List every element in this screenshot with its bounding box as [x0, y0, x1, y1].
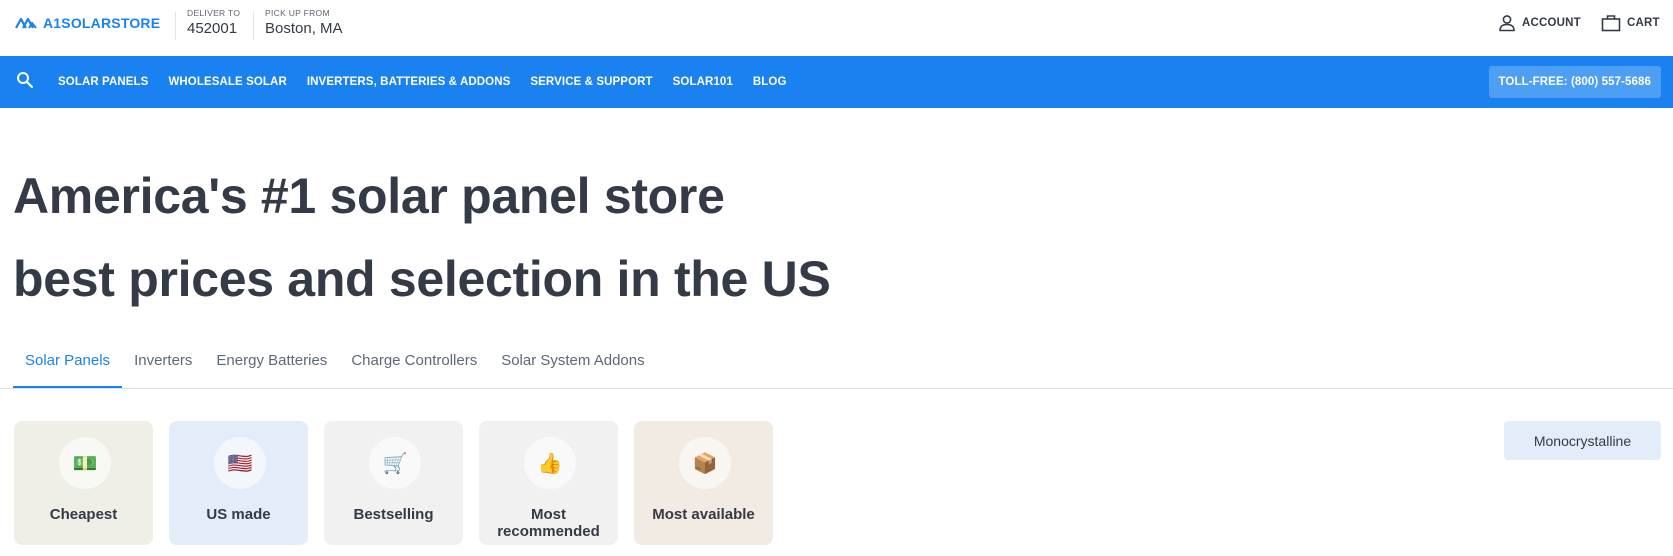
us-flag-icon: 🇺🇸	[214, 437, 266, 489]
nav-item-blog[interactable]: BLOG	[753, 76, 787, 88]
user-icon	[1499, 15, 1515, 32]
filter-cards: 💵 Cheapest 🇺🇸 US made 🛒 Bestselling 👍 Mo…	[14, 421, 773, 545]
filter-card-us-made[interactable]: 🇺🇸 US made	[169, 421, 308, 545]
hero-line-1: America's #1 solar panel store	[13, 168, 725, 224]
nav-item-solar101[interactable]: SOLAR101	[673, 76, 733, 88]
nav-item-service-support[interactable]: SERVICE & SUPPORT	[530, 76, 652, 88]
pickup-from[interactable]: PICK UP FROM Boston, MA	[265, 8, 343, 37]
logo[interactable]: A1SOLARSTORE	[15, 14, 160, 32]
cart-icon: 🛒	[369, 437, 421, 489]
filter-card-most-available[interactable]: 📦 Most available	[634, 421, 773, 545]
logo-mark-icon	[15, 17, 37, 29]
filter-card-label: Cheapest	[49, 506, 118, 523]
filter-card-label: US made	[206, 506, 271, 523]
deliver-to[interactable]: DELIVER TO 452001	[187, 8, 240, 37]
nav-item-inverters-batteries-addons[interactable]: INVERTERS, BATTERIES & ADDONS	[307, 76, 511, 88]
search-button[interactable]	[16, 71, 34, 94]
nav-menu: SOLAR PANELS WHOLESALE SOLAR INVERTERS, …	[58, 56, 807, 108]
nav-item-solar-panels[interactable]: SOLAR PANELS	[58, 76, 148, 88]
logo-text: A1SOLARSTORE	[43, 15, 161, 31]
cart-link[interactable]: CART	[1601, 14, 1660, 32]
tab-charge-controllers[interactable]: Charge Controllers	[339, 344, 489, 389]
deliver-to-label: DELIVER TO	[187, 8, 241, 18]
search-icon	[17, 72, 34, 89]
thumbs-up-icon: 👍	[524, 437, 576, 489]
filter-card-label: Most available	[652, 506, 755, 523]
page-title: America's #1 solar panel store best pric…	[13, 155, 831, 321]
category-tabs: Solar Panels Inverters Energy Batteries …	[13, 344, 657, 389]
filter-card-cheapest[interactable]: 💵 Cheapest	[14, 421, 153, 545]
deliver-to-value: 452001	[187, 20, 238, 37]
tab-energy-batteries[interactable]: Energy Batteries	[204, 344, 339, 389]
divider	[175, 12, 176, 40]
shopping-bag-icon	[1601, 15, 1621, 32]
cart-label: CART	[1627, 17, 1660, 29]
account-link[interactable]: ACCOUNT	[1498, 14, 1581, 32]
top-bar: A1SOLARSTORE DELIVER TO 452001 PICK UP F…	[0, 0, 1673, 56]
pickup-from-label: PICK UP FROM	[265, 8, 330, 18]
main-nav: SOLAR PANELS WHOLESALE SOLAR INVERTERS, …	[0, 56, 1673, 108]
money-icon: 💵	[59, 437, 111, 489]
account-label: ACCOUNT	[1522, 17, 1581, 29]
hero-line-2: best prices and selection in the US	[13, 251, 831, 307]
monocrystalline-filter-chip[interactable]: Monocrystalline	[1504, 421, 1661, 460]
filter-card-label: Most recommended	[497, 506, 600, 540]
package-icon: 📦	[679, 437, 731, 489]
pickup-from-value: Boston, MA	[265, 20, 343, 37]
filter-card-most-recommended[interactable]: 👍 Most recommended	[479, 421, 618, 545]
tab-inverters[interactable]: Inverters	[122, 344, 204, 389]
tab-solar-panels[interactable]: Solar Panels	[13, 344, 123, 389]
filter-card-label: Bestselling	[353, 506, 434, 523]
tollfree-phone-button[interactable]: TOLL-FREE: (800) 557-5686	[1488, 66, 1661, 98]
divider	[253, 12, 254, 40]
nav-item-wholesale-solar[interactable]: WHOLESALE SOLAR	[168, 76, 286, 88]
tab-solar-system-addons[interactable]: Solar System Addons	[489, 344, 656, 389]
tabs-divider	[0, 388, 1673, 389]
filter-card-bestselling[interactable]: 🛒 Bestselling	[324, 421, 463, 545]
